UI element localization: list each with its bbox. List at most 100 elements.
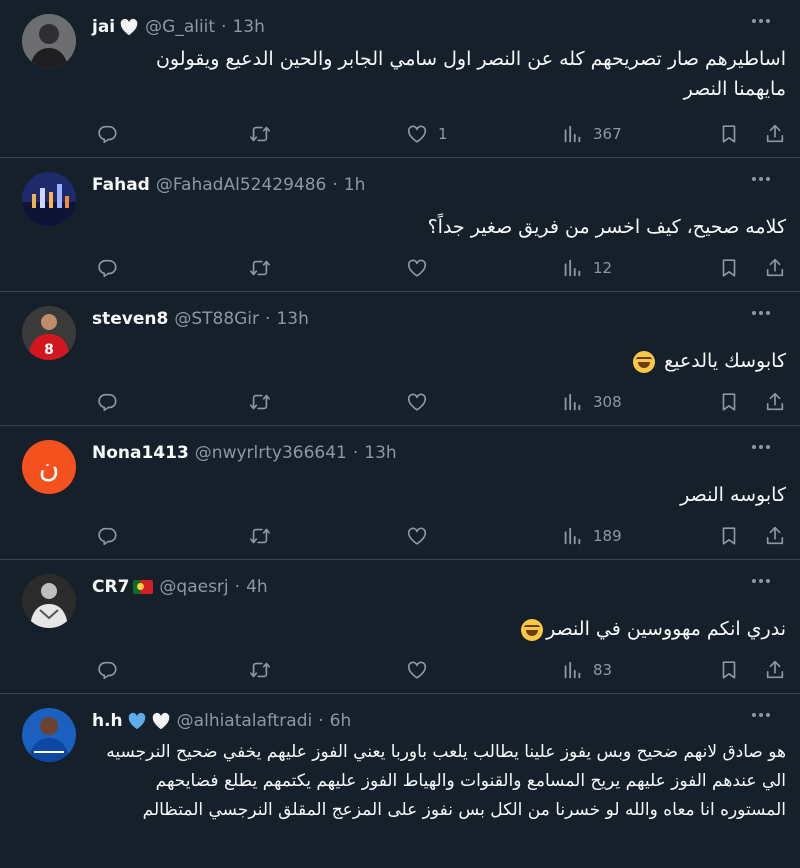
user-handle[interactable]: @G_aliit [145,17,215,37]
tweet[interactable]: Fahad @FahadAl52429486 · 1h كلامه صحيح، … [0,158,800,292]
retweet-icon [249,659,271,681]
bookmark-button[interactable] [718,657,740,683]
tweet-header: Nona1413 @nwyrlrty366641 · 13h [92,426,784,466]
bookmark-button[interactable] [718,255,740,281]
heart-icon [406,391,428,413]
user-handle[interactable]: @qaesrj [159,577,228,597]
bookmark-button[interactable] [718,389,740,415]
like-button[interactable] [406,389,428,415]
share-button[interactable] [764,389,786,415]
views-icon [561,123,583,145]
more-icon[interactable] [748,440,774,454]
retweet-icon [249,257,271,279]
user-handle[interactable]: @nwyrlrty366641 [195,443,347,463]
views-button[interactable]: 308 [561,389,622,415]
avatar[interactable] [22,14,76,68]
avatar[interactable] [22,172,76,226]
tweet-header: steven8 @ST88Gir · 13h [92,292,784,332]
reply-icon [96,525,118,547]
reply-button[interactable] [96,255,118,281]
view-count: 367 [593,125,622,143]
separator-dot: · [221,17,227,37]
share-icon [764,257,786,279]
avatar[interactable]: 8 [22,306,76,360]
reply-button[interactable] [96,657,118,683]
timestamp[interactable]: 13h [364,443,396,463]
user-handle[interactable]: @alhiatalaftradi [177,711,313,731]
reply-icon [96,123,118,145]
views-icon [561,525,583,547]
views-button[interactable]: 83 [561,657,612,683]
tweet-actions: 83 [0,657,800,683]
share-button[interactable] [764,523,786,549]
bookmark-button[interactable] [718,121,740,147]
reply-button[interactable] [96,523,118,549]
share-button[interactable] [764,657,786,683]
like-button[interactable] [406,255,428,281]
user-handle[interactable]: @ST88Gir [174,309,259,329]
reply-button[interactable] [96,121,118,147]
username[interactable]: steven8 [92,309,168,329]
reply-button[interactable] [96,389,118,415]
bookmark-icon [718,659,740,681]
bookmark-icon [718,257,740,279]
like-button[interactable]: 1 [406,121,448,147]
tweet[interactable]: CR7 @qaesrj · 4h ندري انكم مهووسين في ال… [0,560,800,694]
avatar[interactable] [22,708,76,762]
user-handle[interactable]: @FahadAl52429486 [156,175,327,195]
avatar-letter: ن [38,450,60,484]
views-button[interactable]: 12 [561,255,612,281]
share-icon [764,659,786,681]
bookmark-button[interactable] [718,523,740,549]
avatar[interactable] [22,574,76,628]
retweet-button[interactable] [249,523,271,549]
like-count: 1 [438,125,448,143]
like-button[interactable] [406,523,428,549]
bookmark-icon [718,525,740,547]
username[interactable]: Nona1413 [92,443,189,463]
timestamp[interactable]: 13h [276,309,308,329]
like-button[interactable] [406,657,428,683]
retweet-button[interactable] [249,121,271,147]
timestamp[interactable]: 6h [330,711,352,731]
username[interactable]: Fahad [92,175,150,195]
username[interactable]: h.h [92,711,123,731]
timestamp[interactable]: 13h [232,17,264,37]
tweet-text: كابوسك يالدعيع [664,350,786,372]
tweet[interactable]: 8 steven8 @ST88Gir · 13h كابوسك يالدعيع … [0,292,800,426]
timestamp[interactable]: 1h [344,175,366,195]
tweet-text: كابوسه النصر [680,484,786,506]
retweet-button[interactable] [249,657,271,683]
avatar[interactable]: ن [22,440,76,494]
reply-icon [96,659,118,681]
username[interactable]: jai [92,17,115,37]
tweet[interactable]: ن Nona1413 @nwyrlrty366641 · 13h كابوسه … [0,426,800,560]
share-button[interactable] [764,121,786,147]
tweet-actions: 1 367 [0,121,800,147]
username[interactable]: CR7 [92,577,129,597]
retweet-button[interactable] [249,255,271,281]
share-button[interactable] [764,255,786,281]
timestamp[interactable]: 4h [246,577,268,597]
bookmark-icon [718,391,740,413]
more-icon[interactable] [748,708,774,722]
tweet-actions: 12 [0,255,800,281]
more-icon[interactable] [748,14,774,28]
share-icon [764,391,786,413]
more-icon[interactable] [748,172,774,186]
views-button[interactable]: 189 [561,523,622,549]
tweet-actions: 308 [0,389,800,415]
tweet-header: CR7 @qaesrj · 4h [92,560,784,600]
tweet[interactable]: jai @G_aliit · 13h اساطيرهم صار تصريحهم … [0,0,800,158]
tweet[interactable]: h.h @alhiatalaftradi · 6h هو صادق لانهم … [0,694,800,868]
separator-dot: · [265,309,271,329]
retweet-button[interactable] [249,389,271,415]
more-icon[interactable] [748,306,774,320]
views-icon [561,659,583,681]
views-button[interactable]: 367 [561,121,622,147]
tweet-text-row: كابوسك يالدعيع [92,346,786,376]
separator-dot: · [332,175,338,195]
view-count: 12 [593,259,613,277]
more-icon[interactable] [748,574,774,588]
tweet-text: هو صادق لانهم ضحيح وبس يفوز علينا يطالب … [106,742,786,820]
